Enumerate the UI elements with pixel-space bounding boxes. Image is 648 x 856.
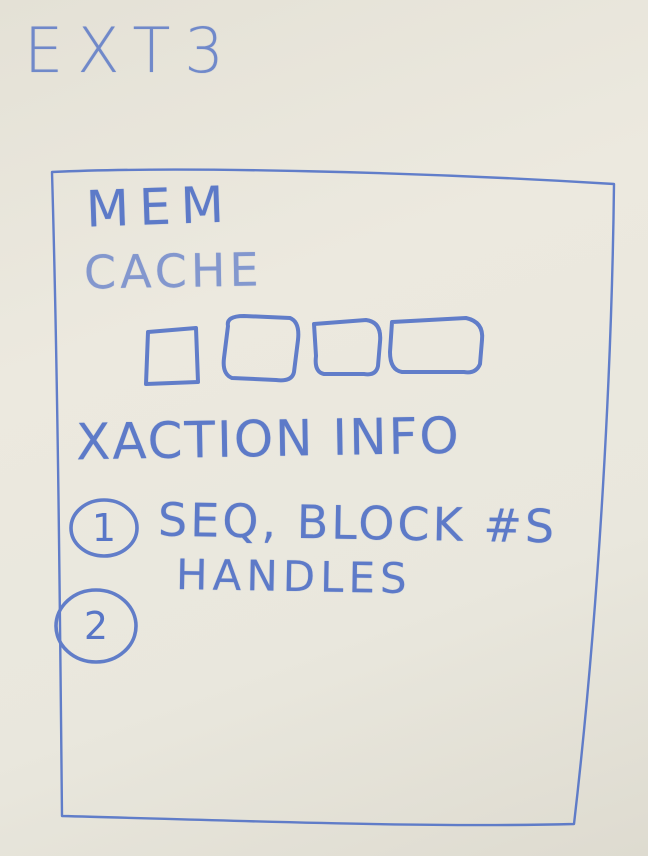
cache-block-4 (388, 316, 485, 375)
cache-label: CACHE (83, 242, 264, 300)
mem-heading: MEM (85, 175, 235, 239)
cache-block-3 (312, 318, 383, 377)
item-1-text: SEQ, BLOCK #S (157, 492, 558, 554)
cache-block-2 (221, 314, 301, 383)
item-number-1: 1 (91, 506, 117, 550)
item-number-2: 2 (83, 604, 109, 648)
whiteboard: EXT3 MEM CACHE XACTION INFO 1 SEQ, BLOCK… (0, 0, 648, 856)
item-1-continuation: HANDLES (175, 549, 413, 604)
board-title: EXT3 (24, 14, 238, 87)
cache-block-1 (144, 326, 200, 386)
xaction-info-label: XACTION INFO (75, 406, 462, 472)
